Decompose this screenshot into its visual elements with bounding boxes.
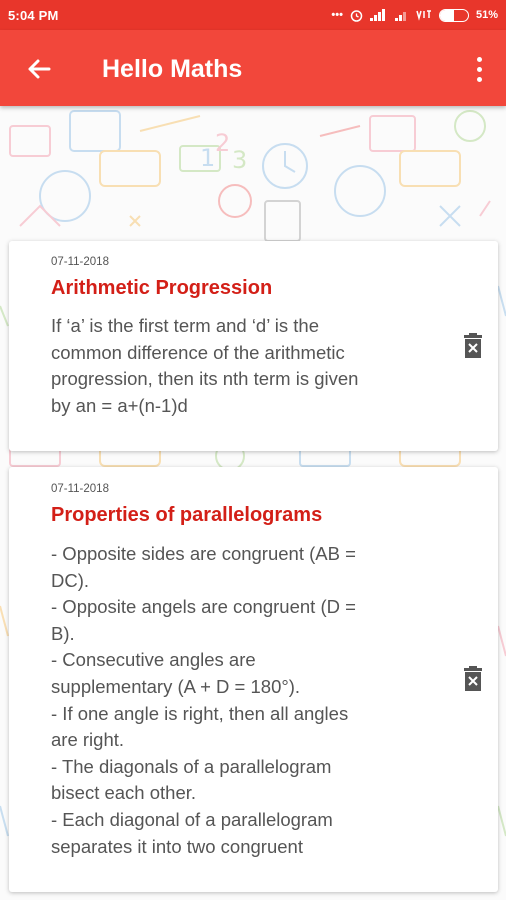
note-body: - Opposite sides are congruent (AB = DC)… [51,543,356,857]
note-date: 07-11-2018 [51,483,109,495]
alarm-icon [350,9,363,22]
svg-text:1: 1 [200,144,215,172]
note-body: If ‘a’ is the first term and ‘d’ is the … [51,315,359,416]
app-title: Hello Maths [102,55,243,83]
volte-icon [416,10,431,21]
note-title: Arithmetic Progression [51,277,273,299]
app-bar: Hello Maths [0,30,506,106]
signal-icon [369,9,385,21]
more-notifications-icon: ••• [331,8,343,21]
battery-icon [438,8,469,22]
status-indicators: ••• 51% [331,8,498,22]
svg-text:2: 2 [215,129,230,157]
note-date: 07-11-2018 [51,256,109,268]
delete-icon [464,666,482,691]
delete-icon [464,333,482,358]
status-bar: 5:04 PM ••• 51% [0,0,506,30]
signal-icon-2 [394,12,406,21]
arrow-left-icon [28,59,51,79]
more-options-button[interactable] [472,54,486,84]
delete-button[interactable] [462,333,484,359]
more-vert-icon [476,56,482,62]
note-title: Properties of parallelograms [51,504,323,526]
note-card[interactable]: 07-11-2018 Arithmetic Progression If ‘a’… [9,241,498,451]
back-button[interactable] [22,52,56,86]
delete-button[interactable] [462,666,484,692]
status-time: 5:04 PM [8,7,59,23]
battery-percent: 51% [475,9,498,21]
note-card[interactable]: 07-11-2018 Properties of parallelograms … [9,467,498,892]
svg-text:3: 3 [232,146,247,174]
